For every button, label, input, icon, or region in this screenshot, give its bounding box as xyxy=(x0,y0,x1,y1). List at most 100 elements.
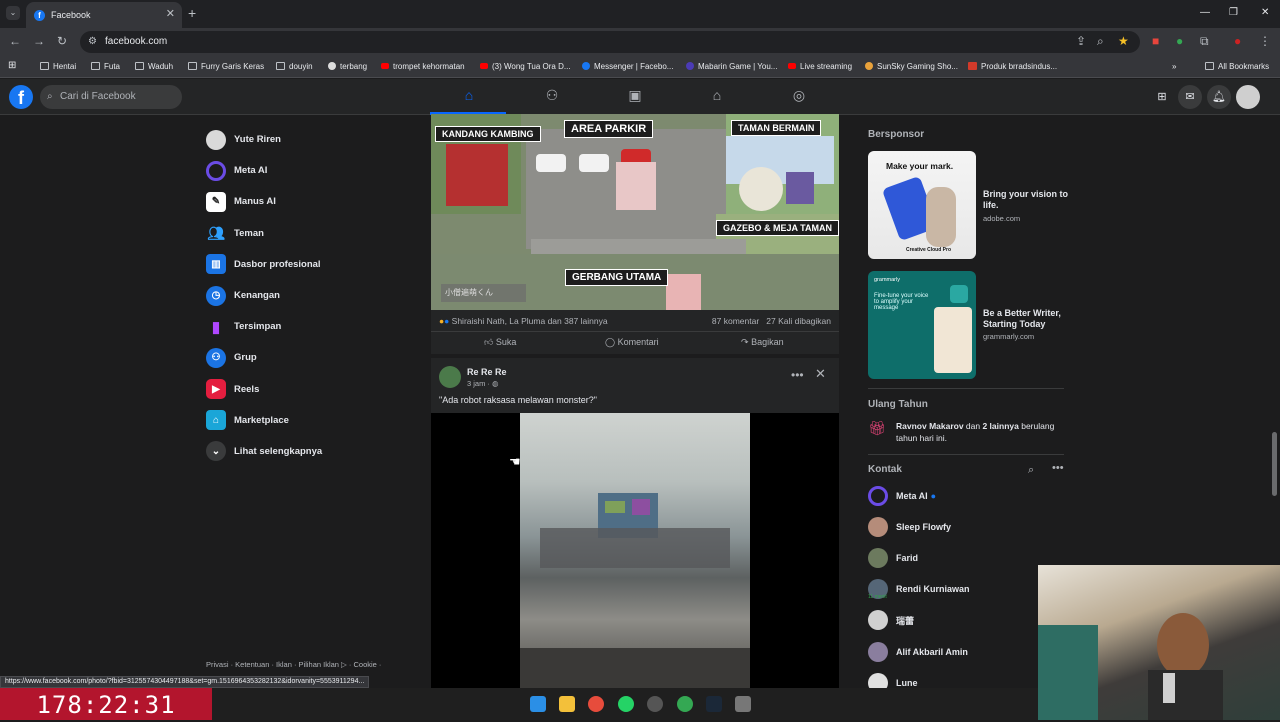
all-bookmarks[interactable]: All Bookmarks xyxy=(1205,62,1269,71)
profile-avatar-icon[interactable]: ● xyxy=(1234,34,1241,48)
feed-post: KANDANG KAMBING AREA PARKIR TAMAN BERMAI… xyxy=(431,114,839,354)
contact-item[interactable]: Alif Akbaril Amin xyxy=(868,640,968,664)
window-close-icon[interactable]: ✕ xyxy=(1261,7,1269,18)
site-info-icon[interactable]: ⚙ xyxy=(88,31,97,53)
sidebar-item-memories[interactable]: ◷ Kenangan xyxy=(200,280,420,311)
ad-card[interactable]: Make your mark. Creative Cloud Pro Bring… xyxy=(868,151,1068,259)
search-icon[interactable]: ⌕ xyxy=(1028,464,1034,477)
forward-icon[interactable]: → xyxy=(33,34,45,48)
new-tab-icon[interactable]: + xyxy=(188,5,196,21)
reaction-summary[interactable]: ●● Shiraishi Nath, La Pluma dan 387 lain… xyxy=(439,316,608,326)
bookmark-folder[interactable]: douyin xyxy=(276,62,313,71)
extension-icon[interactable]: ● xyxy=(1176,34,1183,48)
bookmark-link[interactable]: (3) Wong Tua Ora D... xyxy=(480,62,571,71)
more-options-icon[interactable]: ••• xyxy=(791,368,804,382)
comment-button[interactable]: ◯ Komentari xyxy=(605,337,659,348)
chrome-menu-icon[interactable]: ⋮ xyxy=(1259,34,1271,48)
install-app-icon[interactable]: ⇪ xyxy=(1076,34,1086,48)
bookmark-link[interactable]: Mabarin Game | You... xyxy=(686,62,777,71)
contact-item[interactable]: Meta AI ● xyxy=(868,484,936,508)
footer-links[interactable]: Privasi · Ketentuan · Iklan · Pilihan Ik… xyxy=(206,660,381,669)
search-input[interactable]: ⌕ Cari di Facebook xyxy=(40,85,182,109)
extensions-puzzle-icon[interactable]: ⧉ xyxy=(1200,34,1209,49)
sidebar-item-marketplace[interactable]: ⌂ Marketplace xyxy=(200,405,420,436)
post-timestamp[interactable]: 3 jam · ◍ xyxy=(467,379,499,388)
ad-image[interactable]: grammarly Fine-tune your voice to amplif… xyxy=(868,271,976,379)
app-icon[interactable] xyxy=(735,696,751,712)
extension-icon[interactable]: ■ xyxy=(1152,34,1159,48)
post-media[interactable] xyxy=(431,413,839,688)
groups-icon[interactable]: ◎ xyxy=(789,87,809,107)
reload-icon[interactable]: ↻ xyxy=(57,34,67,48)
scrollbar[interactable] xyxy=(1272,432,1277,496)
sidebar-item-meta-ai[interactable]: Meta AI xyxy=(200,155,420,186)
comment-count[interactable]: 87 komentar xyxy=(712,316,759,326)
ad-image[interactable]: Make your mark. Creative Cloud Pro xyxy=(868,151,976,259)
tab-search-icon[interactable]: ⌄ xyxy=(6,6,20,20)
video-icon[interactable]: ▣ xyxy=(625,87,645,107)
contact-item[interactable]: Sleep Flowfy xyxy=(868,515,951,539)
share-button[interactable]: ↷ Bagikan xyxy=(741,337,784,348)
zoom-icon[interactable]: ⌕ xyxy=(1097,34,1104,49)
sidebar-item-dashboard[interactable]: ▥ Dasbor profesional xyxy=(200,249,420,280)
bookmark-folder[interactable]: Hentai xyxy=(40,62,76,71)
post-image[interactable]: KANDANG KAMBING AREA PARKIR TAMAN BERMAI… xyxy=(431,114,839,310)
bookmark-link[interactable]: Messenger | Facebo... xyxy=(582,62,673,71)
sidebar-item-see-more[interactable]: ⌄ Lihat selengkapnya xyxy=(200,436,420,467)
app-icon[interactable] xyxy=(647,696,663,712)
birthday-others[interactable]: 2 lainnya xyxy=(982,421,1018,431)
friends-icon: 👥︎ xyxy=(207,224,225,241)
steam-icon[interactable] xyxy=(706,696,722,712)
bookmark-link[interactable]: Produk brradsindus... xyxy=(968,62,1057,71)
sidebar-item-manus-ai[interactable]: ✎ Manus AI xyxy=(200,186,420,217)
sidebar-item-groups[interactable]: ⚇ Grup xyxy=(200,342,420,373)
ad-title[interactable]: Be a Better Writer, Starting Today xyxy=(983,308,1073,330)
bookmark-folder[interactable]: Furry Garis Keras xyxy=(188,62,264,71)
bookmark-folder[interactable]: Futa xyxy=(91,62,120,71)
friends-icon[interactable]: ⚇ xyxy=(542,87,562,107)
back-icon[interactable]: ← xyxy=(9,34,21,48)
home-icon[interactable]: ⌂ xyxy=(459,87,479,107)
sidebar-item-profile[interactable]: Yute Riren xyxy=(200,124,420,155)
chrome-profile-icon[interactable] xyxy=(677,696,693,712)
more-bookmarks-icon[interactable]: » xyxy=(1172,62,1176,71)
sidebar-item-reels[interactable]: ▶ Reels xyxy=(200,374,420,405)
menu-grid-icon[interactable]: ⊞ xyxy=(1150,85,1174,109)
browser-tab-facebook[interactable]: f Facebook ✕ xyxy=(26,2,182,28)
restore-icon[interactable]: ❐ xyxy=(1229,7,1238,18)
bookmark-link[interactable]: trompet kehormatan xyxy=(381,62,465,71)
sidebar-item-friends[interactable]: 👥︎ Teman xyxy=(200,218,420,249)
contact-item[interactable]: Farid xyxy=(868,546,918,570)
notifications-icon[interactable]: 🔔︎ xyxy=(1207,85,1231,109)
windows-start-icon[interactable] xyxy=(530,696,546,712)
share-count[interactable]: 27 Kali dibagikan xyxy=(766,316,831,326)
messenger-icon[interactable]: ✉ xyxy=(1178,85,1202,109)
whatsapp-icon[interactable] xyxy=(618,696,634,712)
address-bar[interactable]: ⚙ facebook.com xyxy=(80,31,1140,53)
account-avatar[interactable] xyxy=(1236,85,1260,109)
chrome-icon[interactable] xyxy=(588,696,604,712)
birthday-person[interactable]: Ravnov Makarov xyxy=(896,421,964,431)
facebook-logo-icon[interactable]: f xyxy=(9,85,33,109)
contact-item[interactable]: 瑞蕾 xyxy=(868,608,914,632)
bookmark-link[interactable]: Live streaming xyxy=(788,62,852,71)
post-author[interactable]: Re Re Re xyxy=(467,367,507,377)
marketplace-icon[interactable]: ⌂ xyxy=(707,87,727,107)
post-photo[interactable] xyxy=(520,413,750,688)
avatar[interactable] xyxy=(439,366,461,388)
bookmark-link[interactable]: SunSky Gaming Sho... xyxy=(865,62,958,71)
sidebar-item-saved[interactable]: ▮ Tersimpan xyxy=(200,311,420,342)
close-icon[interactable]: ✕ xyxy=(815,366,826,382)
apps-icon[interactable]: ⊞ xyxy=(8,60,16,71)
bookmark-folder[interactable]: Waduh xyxy=(135,62,173,71)
bookmark-star-icon[interactable]: ★ xyxy=(1118,34,1129,48)
like-button[interactable]: 👍︎ Suka xyxy=(484,337,516,348)
more-options-icon[interactable]: ••• xyxy=(1052,462,1064,474)
tab-close-icon[interactable]: ✕ xyxy=(166,7,175,20)
chevron-down-icon: ⌄ xyxy=(206,441,226,462)
ad-title[interactable]: Bring your vision to life. xyxy=(983,189,1073,211)
minimize-icon[interactable]: — xyxy=(1200,7,1210,18)
file-explorer-icon[interactable] xyxy=(559,696,575,712)
ad-card[interactable]: grammarly Fine-tune your voice to amplif… xyxy=(868,271,1068,379)
bookmark-link[interactable]: terbang xyxy=(328,62,367,71)
